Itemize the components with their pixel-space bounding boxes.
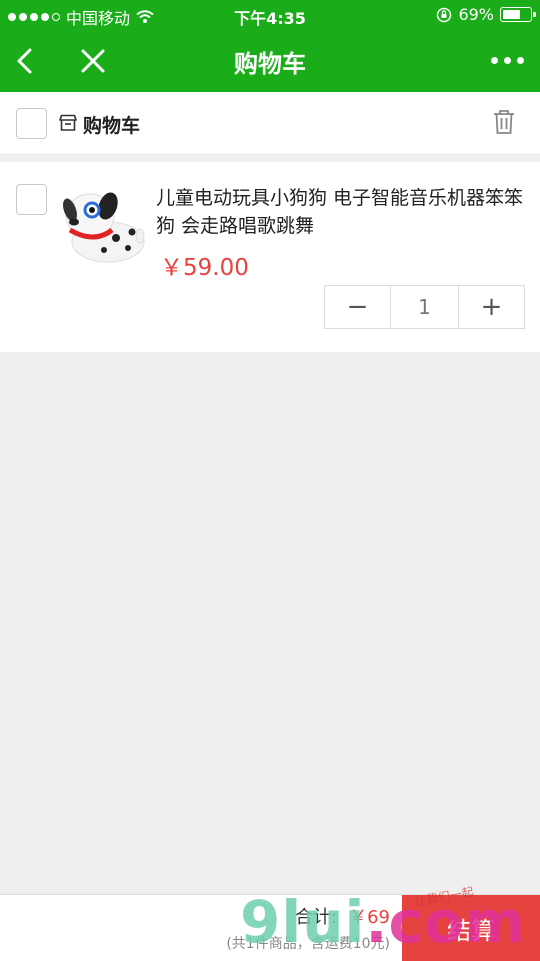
checkout-bar: 合计: ￥69 (共1件商品，含运费10元) 结算 bbox=[0, 894, 540, 961]
product-image[interactable] bbox=[56, 180, 148, 272]
battery-percent: 69% bbox=[458, 5, 494, 24]
select-all-checkbox[interactable] bbox=[16, 108, 47, 139]
status-bar: 中国移动 下午4:35 69% bbox=[0, 0, 540, 30]
shop-header: 购物车 bbox=[0, 92, 540, 155]
more-icon[interactable] bbox=[484, 52, 524, 68]
item-checkbox[interactable] bbox=[16, 184, 47, 215]
rotation-lock-icon bbox=[437, 7, 452, 22]
quantity-stepper: − 1 + bbox=[324, 285, 525, 329]
trash-icon[interactable] bbox=[492, 109, 516, 135]
product-title[interactable]: 儿童电动玩具小狗狗 电子智能音乐机器笨笨狗 会走路唱歌跳舞 bbox=[156, 184, 528, 240]
shop-title: 购物车 bbox=[83, 115, 141, 137]
cart-item: 儿童电动玩具小狗狗 电子智能音乐机器笨笨狗 会走路唱歌跳舞 ￥59.00 − 1… bbox=[0, 162, 540, 352]
decrease-button[interactable]: − bbox=[325, 286, 390, 328]
page-title: 购物车 bbox=[234, 50, 306, 78]
total-line: 合计: ￥69 bbox=[295, 903, 390, 929]
total-label: 合计: bbox=[295, 907, 338, 928]
nav-bar: 购物车 bbox=[0, 30, 540, 92]
status-right: 69% bbox=[436, 5, 536, 24]
product-price: ￥59.00 bbox=[160, 255, 249, 281]
quantity-value[interactable]: 1 bbox=[390, 286, 459, 328]
store-icon bbox=[59, 114, 77, 131]
total-note: (共1件商品，含运费10元) bbox=[226, 936, 390, 952]
battery-icon bbox=[500, 7, 536, 22]
total-amount: ￥69 bbox=[349, 907, 390, 928]
increase-button[interactable]: + bbox=[459, 286, 524, 328]
